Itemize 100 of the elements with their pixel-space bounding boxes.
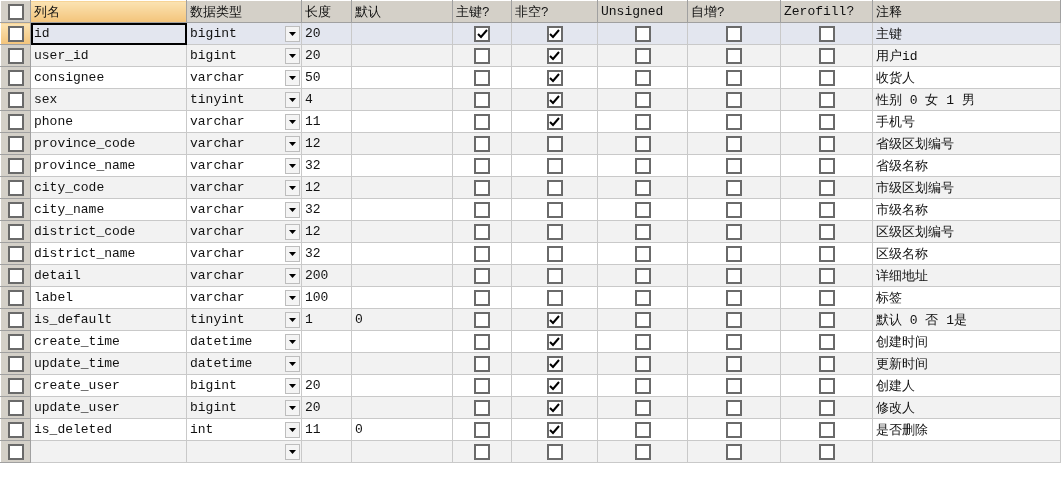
checkbox[interactable] (546, 289, 563, 306)
checkbox[interactable] (818, 223, 835, 240)
checkbox[interactable] (818, 421, 835, 438)
checkbox[interactable] (474, 201, 490, 218)
checkbox[interactable] (474, 25, 490, 42)
checkbox[interactable] (726, 289, 742, 306)
checkbox[interactable] (474, 47, 490, 64)
checkbox[interactable] (818, 443, 835, 460)
row-select-checkbox[interactable] (7, 25, 24, 42)
checkbox[interactable] (818, 201, 835, 218)
dropdown-button[interactable] (285, 355, 300, 372)
checkbox[interactable] (474, 267, 490, 284)
checkbox[interactable] (634, 135, 651, 152)
checkbox[interactable] (546, 135, 563, 152)
row-select-checkbox[interactable] (7, 333, 24, 350)
table-row[interactable]: phone varchar 11 手机号 (0, 110, 1061, 133)
checkbox[interactable] (474, 157, 490, 174)
row-select-checkbox[interactable] (7, 267, 24, 284)
dropdown-button[interactable] (285, 311, 300, 328)
dropdown-button[interactable] (285, 157, 300, 174)
checkbox[interactable] (474, 91, 490, 108)
checkbox[interactable] (726, 69, 742, 86)
row-select-checkbox[interactable] (7, 47, 24, 64)
checkbox[interactable] (726, 355, 742, 372)
checkbox[interactable] (474, 443, 490, 460)
checkbox[interactable] (726, 47, 742, 64)
row-select-checkbox[interactable] (7, 399, 24, 416)
row-select-checkbox[interactable] (7, 443, 24, 460)
table-row[interactable]: create_user bigint 20 创建人 (0, 374, 1061, 397)
checkbox[interactable] (726, 311, 742, 328)
table-row[interactable]: create_time datetime 创建时间 (0, 330, 1061, 353)
checkbox[interactable] (818, 333, 835, 350)
checkbox[interactable] (726, 245, 742, 262)
checkbox[interactable] (634, 289, 651, 306)
row-select-checkbox[interactable] (7, 69, 24, 86)
checkbox[interactable] (818, 135, 835, 152)
dropdown-button[interactable] (285, 25, 300, 42)
dropdown-button[interactable] (285, 377, 300, 394)
checkbox[interactable] (546, 377, 563, 394)
checkbox[interactable] (634, 201, 651, 218)
row-select-checkbox[interactable] (7, 421, 24, 438)
checkbox[interactable] (726, 223, 742, 240)
checkbox[interactable] (726, 421, 742, 438)
checkbox[interactable] (818, 157, 835, 174)
checkbox[interactable] (818, 47, 835, 64)
checkbox[interactable] (546, 113, 563, 130)
checkbox[interactable] (546, 267, 563, 284)
checkbox[interactable] (726, 25, 742, 42)
checkbox[interactable] (818, 377, 835, 394)
checkbox[interactable] (634, 399, 651, 416)
checkbox[interactable] (726, 399, 742, 416)
checkbox[interactable] (818, 113, 835, 130)
checkbox[interactable] (818, 245, 835, 262)
row-select-checkbox[interactable] (7, 223, 24, 240)
row-select-checkbox[interactable] (7, 355, 24, 372)
checkbox[interactable] (726, 267, 742, 284)
dropdown-button[interactable] (285, 91, 300, 108)
column-header[interactable]: 长度 (301, 0, 352, 23)
checkbox[interactable] (634, 25, 651, 42)
checkbox[interactable] (634, 91, 651, 108)
dropdown-button[interactable] (285, 245, 300, 262)
dropdown-button[interactable] (285, 47, 300, 64)
select-all-checkbox[interactable] (7, 3, 24, 20)
checkbox[interactable] (474, 399, 490, 416)
table-row[interactable]: city_code varchar 12 市级区划编号 (0, 176, 1061, 199)
row-select-checkbox[interactable] (7, 201, 24, 218)
dropdown-button[interactable] (285, 443, 300, 460)
checkbox[interactable] (726, 91, 742, 108)
checkbox[interactable] (818, 69, 835, 86)
table-row[interactable]: user_id bigint 20 用户id (0, 44, 1061, 67)
column-header[interactable]: 列名 (30, 0, 187, 23)
table-row[interactable]: city_name varchar 32 市级名称 (0, 198, 1061, 221)
row-select-checkbox[interactable] (7, 91, 24, 108)
checkbox[interactable] (726, 157, 742, 174)
checkbox[interactable] (474, 135, 490, 152)
checkbox[interactable] (634, 113, 651, 130)
checkbox[interactable] (818, 311, 835, 328)
table-row[interactable]: update_time datetime 更新时间 (0, 352, 1061, 375)
row-select-checkbox[interactable] (7, 245, 24, 262)
checkbox[interactable] (818, 267, 835, 284)
checkbox[interactable] (546, 47, 563, 64)
column-header[interactable]: Zerofill? (780, 0, 873, 23)
table-row[interactable]: consignee varchar 50 收货人 (0, 66, 1061, 89)
checkbox[interactable] (474, 289, 490, 306)
column-header[interactable]: 注释 (872, 0, 1061, 23)
checkbox[interactable] (726, 377, 742, 394)
table-row[interactable]: update_user bigint 20 修改人 (0, 396, 1061, 419)
column-header[interactable]: 默认 (351, 0, 453, 23)
checkbox[interactable] (634, 267, 651, 284)
table-row[interactable]: label varchar 100 标签 (0, 286, 1061, 309)
dropdown-button[interactable] (285, 201, 300, 218)
checkbox[interactable] (474, 355, 490, 372)
checkbox[interactable] (474, 311, 490, 328)
checkbox[interactable] (634, 69, 651, 86)
checkbox[interactable] (818, 355, 835, 372)
checkbox[interactable] (634, 157, 651, 174)
dropdown-button[interactable] (285, 223, 300, 240)
checkbox[interactable] (546, 311, 563, 328)
checkbox[interactable] (726, 201, 742, 218)
table-row[interactable]: id bigint 20 主键 (0, 22, 1061, 45)
